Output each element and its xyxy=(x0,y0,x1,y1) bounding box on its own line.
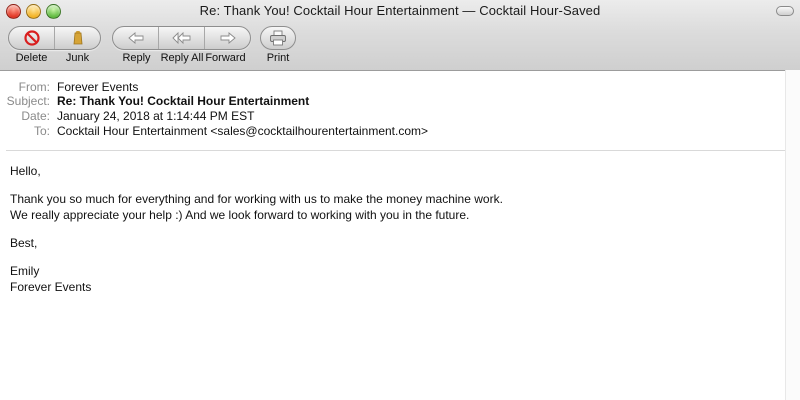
greeting: Hello, xyxy=(10,164,41,178)
toolbar-toggle-button[interactable] xyxy=(776,6,794,16)
junk-label: Junk xyxy=(65,52,90,64)
reply-button[interactable] xyxy=(113,27,158,49)
from-label: From: xyxy=(18,80,50,94)
from-value[interactable]: Forever Events xyxy=(57,80,138,94)
subject-label: Subject: xyxy=(6,94,50,108)
arrow-left-icon xyxy=(127,32,143,44)
body-line-1: Thank you so much for everything and for… xyxy=(10,192,503,206)
sender-name: Emily xyxy=(10,264,40,278)
delete-label: Delete xyxy=(15,52,48,64)
body-line-2: We really appreciate your help :) And we… xyxy=(10,208,470,222)
mail-window: Re: Thank You! Cocktail Hour Entertainme… xyxy=(0,0,800,400)
double-arrow-left-icon xyxy=(171,31,190,45)
printer-icon xyxy=(270,30,286,46)
reply-group xyxy=(112,26,251,50)
delete-junk-group xyxy=(8,26,101,50)
to-value[interactable]: Cocktail Hour Entertainment <sales@cockt… xyxy=(57,124,428,138)
date-label: Date: xyxy=(21,109,50,123)
reply-all-button[interactable] xyxy=(158,27,204,49)
delete-button[interactable] xyxy=(9,27,54,49)
message-body: Hello, Thank you so much for everything … xyxy=(10,163,503,295)
window-title: Re: Thank You! Cocktail Hour Entertainme… xyxy=(199,3,601,18)
forward-label: Forward xyxy=(205,52,246,64)
window-chrome: Re: Thank You! Cocktail Hour Entertainme… xyxy=(0,0,800,71)
no-entry-icon xyxy=(23,30,40,46)
header-divider xyxy=(6,150,786,151)
trash-bag-icon xyxy=(73,31,82,45)
to-label: To: xyxy=(33,124,50,138)
date-value: January 24, 2018 at 1:14:44 PM EST xyxy=(57,109,255,123)
subject-value: Re: Thank You! Cocktail Hour Entertainme… xyxy=(57,94,310,108)
print-button[interactable] xyxy=(260,26,296,50)
forward-button[interactable] xyxy=(204,27,250,49)
sender-company: Forever Events xyxy=(10,280,92,294)
arrow-right-icon xyxy=(220,32,236,44)
reply-all-label: Reply All xyxy=(160,52,204,64)
reply-label: Reply xyxy=(122,52,151,64)
scrollbar-track[interactable] xyxy=(785,70,800,400)
print-label: Print xyxy=(266,52,290,64)
junk-button[interactable] xyxy=(54,27,100,49)
signoff: Best, xyxy=(10,236,38,250)
